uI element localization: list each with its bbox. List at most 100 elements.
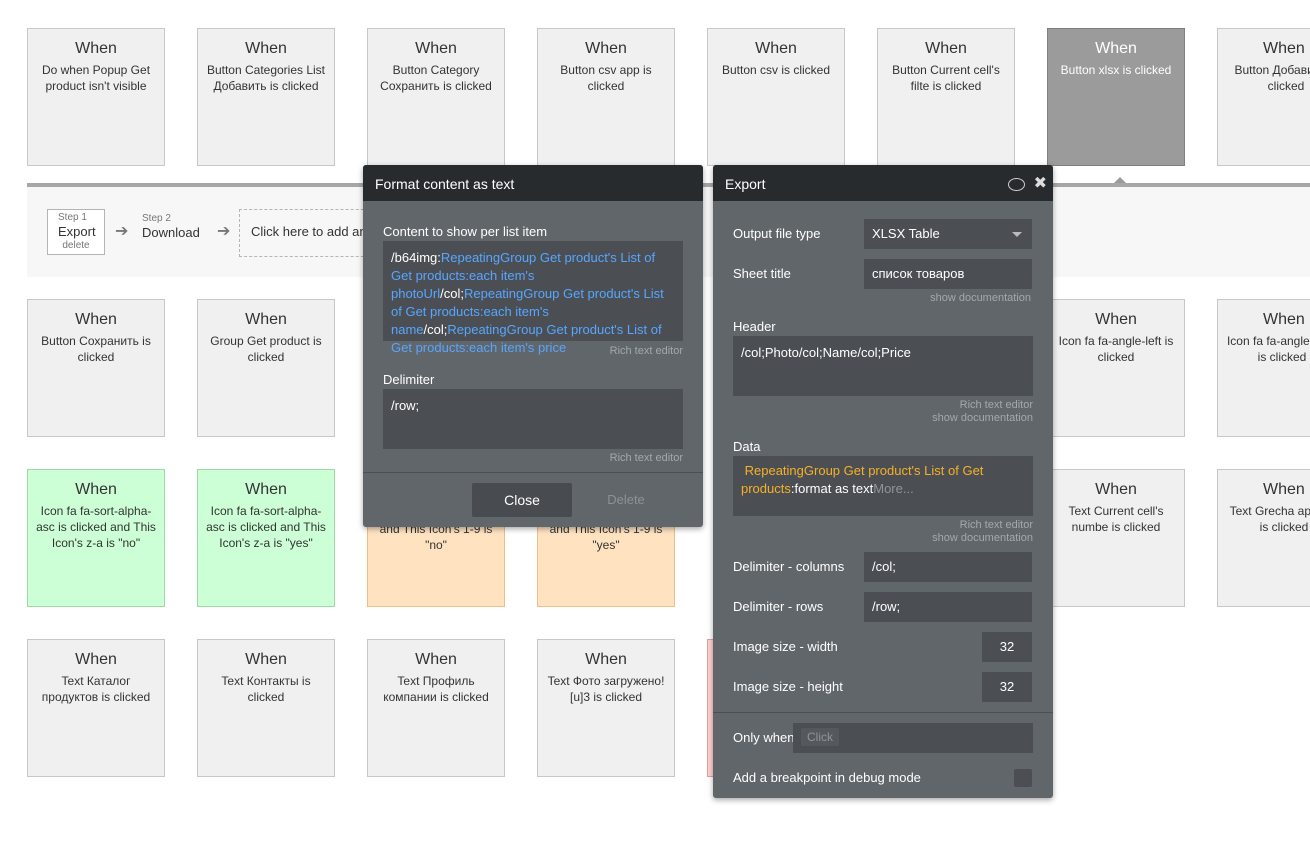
- close-icon[interactable]: ✖: [1034, 165, 1047, 203]
- breakpoint-checkbox[interactable]: [1014, 769, 1032, 787]
- header-label: Header: [733, 319, 776, 334]
- card-when: When: [1095, 40, 1137, 57]
- event-card[interactable]: When Do when Popup Get product isn't vis…: [27, 28, 165, 166]
- card-desc: Do when Popup Get product isn't visible: [41, 63, 151, 93]
- event-card[interactable]: When Icon fa fa-angle-left is clicked: [1047, 299, 1185, 437]
- event-card[interactable]: When Icon fa fa-sort-alpha-asc is clicke…: [197, 469, 335, 607]
- event-card[interactable]: When Text Каталог продуктов is clicked: [27, 639, 165, 777]
- event-card[interactable]: When Button Categories List Добавить is …: [197, 28, 335, 166]
- card-desc: Button Category Сохранить is clicked: [380, 63, 492, 93]
- image-width-field[interactable]: 32: [982, 632, 1032, 662]
- event-card[interactable]: When Button Category Сохранить is clicke…: [367, 28, 505, 166]
- output-file-type-label: Output file type: [733, 226, 821, 241]
- event-card[interactable]: When Button csv is clicked: [707, 28, 845, 166]
- show-documentation-link[interactable]: show documentation: [932, 532, 1033, 544]
- card-desc: Icon fa fa-angle-right is clicked: [1226, 334, 1310, 364]
- event-card[interactable]: When Text Grecha app pro is clicked: [1217, 469, 1310, 607]
- data-label: Data: [733, 439, 761, 454]
- only-when-label: Only when: [733, 730, 795, 745]
- chevron-down-icon: [1012, 232, 1022, 237]
- sheet-title-field[interactable]: список товаров: [864, 259, 1032, 289]
- card-desc: Text Grecha app pro is clicked: [1229, 504, 1310, 534]
- export-action-panel: Export ✖ Output file type XLSX Table She…: [713, 165, 1053, 798]
- delimiter-columns-field[interactable]: /col;: [864, 552, 1032, 582]
- dropdown-value: XLSX Table: [872, 226, 940, 241]
- event-card-selected[interactable]: When Button xlsx is clicked: [1047, 28, 1185, 166]
- delimiter-field[interactable]: /row;: [383, 389, 683, 449]
- event-card[interactable]: When Text Current cell's numbe is clicke…: [1047, 469, 1185, 607]
- data-expression-field[interactable]: RepeatingGroup Get product's List of Get…: [733, 456, 1033, 516]
- panel-title-text: Export: [725, 176, 766, 192]
- card-when: When: [1263, 40, 1305, 57]
- output-file-type-dropdown[interactable]: XLSX Table: [864, 219, 1032, 249]
- only-when-placeholder[interactable]: Click: [801, 728, 839, 746]
- delimiter-rows-label: Delimiter - rows: [733, 599, 824, 614]
- event-card[interactable]: When Button csv app is clicked: [537, 28, 675, 166]
- step-number: Step 2: [142, 213, 171, 224]
- close-button[interactable]: Close: [472, 483, 572, 517]
- card-desc: Button csv app is clicked: [560, 63, 652, 93]
- delimiter-rows-field[interactable]: /row;: [864, 592, 1032, 622]
- card-when: When: [415, 651, 457, 668]
- rich-text-editor-link[interactable]: Rich text editor: [960, 399, 1033, 411]
- rich-text-editor-link[interactable]: Rich text editor: [610, 452, 683, 464]
- card-desc: Text Контакты is clicked: [221, 674, 311, 704]
- event-card[interactable]: When Text Контакты is clicked: [197, 639, 335, 777]
- only-when-field[interactable]: Click: [793, 723, 1033, 753]
- event-card[interactable]: When Text Профиль компании is clicked: [367, 639, 505, 777]
- card-desc: Button Current cell's filte is clicked: [892, 63, 1000, 93]
- step-delete-link[interactable]: delete: [48, 240, 104, 252]
- event-card[interactable]: When Group Get product is clicked: [197, 299, 335, 437]
- divider: [713, 712, 1053, 713]
- event-card[interactable]: When Button Сохранить is clicked: [27, 299, 165, 437]
- card-when: When: [75, 481, 117, 498]
- arrow-right-icon: ➔: [217, 223, 231, 240]
- data-operator[interactable]: :format as text: [791, 481, 873, 496]
- panel-title: Export ✖: [713, 165, 1053, 201]
- card-desc: Button xlsx is clicked: [1060, 63, 1172, 77]
- delimiter-label: Delimiter: [383, 372, 435, 387]
- event-card[interactable]: When Button Добавить is clicked: [1217, 28, 1310, 166]
- rich-text-editor-link[interactable]: Rich text editor: [610, 345, 683, 357]
- card-when: When: [245, 481, 287, 498]
- rich-text-editor-link[interactable]: Rich text editor: [960, 519, 1033, 531]
- card-when: When: [75, 40, 117, 57]
- image-height-field[interactable]: 32: [982, 672, 1032, 702]
- image-width-label: Image size - width: [733, 639, 838, 654]
- delimiter-columns-label: Delimiter - columns: [733, 559, 845, 574]
- card-desc: Text Профиль компании is clicked: [383, 674, 489, 704]
- card-desc: Text Current cell's numbe is clicked: [1068, 504, 1164, 534]
- event-card[interactable]: When Text Фото загружено! [u]3 is clicke…: [537, 639, 675, 777]
- card-when: When: [755, 40, 797, 57]
- comment-icon[interactable]: [1008, 178, 1025, 191]
- show-documentation-link[interactable]: show documentation: [932, 412, 1033, 424]
- card-desc: Button Categories List Добавить is click…: [206, 63, 326, 93]
- divider: [363, 472, 703, 473]
- content-expression-field[interactable]: /b64img:RepeatingGroup Get product's Lis…: [383, 241, 683, 355]
- card-when: When: [585, 651, 627, 668]
- more-link[interactable]: More...: [873, 481, 913, 496]
- event-card[interactable]: When Icon fa fa-sort-alpha-asc is clicke…: [27, 469, 165, 607]
- arrow-right-icon: ➔: [115, 223, 129, 240]
- delete-button[interactable]: Delete: [591, 483, 661, 517]
- card-when: When: [245, 40, 287, 57]
- event-card[interactable]: When Icon fa fa-angle-right is clicked: [1217, 299, 1310, 437]
- card-when: When: [925, 40, 967, 57]
- event-card[interactable]: When Button Current cell's filte is clic…: [877, 28, 1015, 166]
- card-when: When: [75, 311, 117, 328]
- panel-title: Format content as text: [363, 165, 703, 201]
- card-when: When: [75, 651, 117, 668]
- breakpoint-label: Add a breakpoint in debug mode: [733, 770, 921, 785]
- content-label: Content to show per list item: [383, 224, 548, 239]
- workflow-step-2[interactable]: Step 2 Download: [142, 213, 200, 241]
- workflow-step-1[interactable]: Step 1 Export delete: [47, 209, 105, 255]
- card-when: When: [1095, 481, 1137, 498]
- add-action-box[interactable]: Click here to add an action...: [239, 209, 379, 257]
- card-desc: Text Каталог продуктов is clicked: [41, 674, 151, 704]
- image-height-label: Image size - height: [733, 679, 843, 694]
- header-field[interactable]: /col;Photo/col;Name/col;Price: [733, 336, 1033, 396]
- show-documentation-link[interactable]: show documentation: [930, 292, 1031, 304]
- content-part: /b64img:: [391, 250, 441, 265]
- card-desc: Button Добавить is clicked: [1234, 63, 1310, 93]
- card-desc: Button csv is clicked: [721, 63, 831, 77]
